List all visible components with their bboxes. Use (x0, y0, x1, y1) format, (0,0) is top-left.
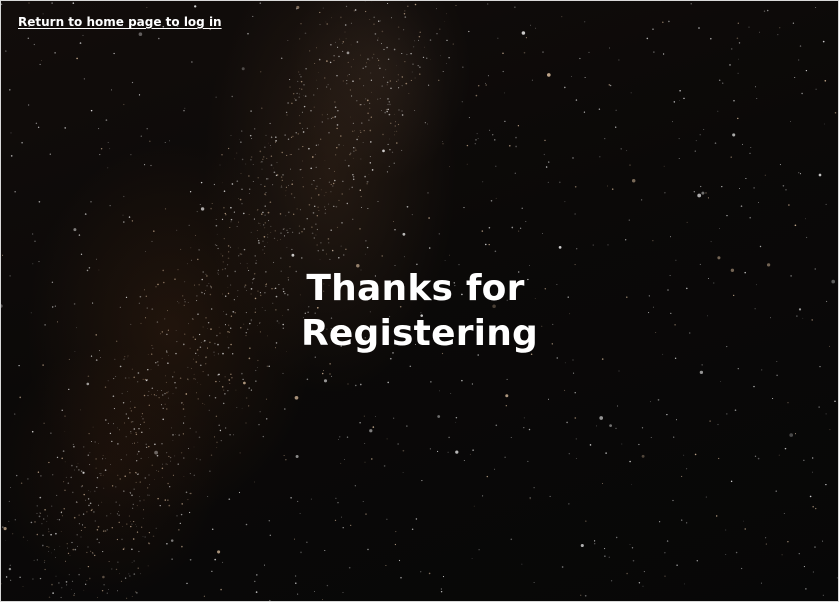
heading-line-2: Registering (301, 313, 538, 354)
heading-line-1: Thanks for (306, 268, 525, 309)
thank-you-page: Return to home page to log in Thanks for… (0, 0, 839, 602)
return-home-link[interactable]: Return to home page to log in (18, 15, 222, 29)
thank-you-heading: Thanks for Registering (0, 266, 839, 356)
